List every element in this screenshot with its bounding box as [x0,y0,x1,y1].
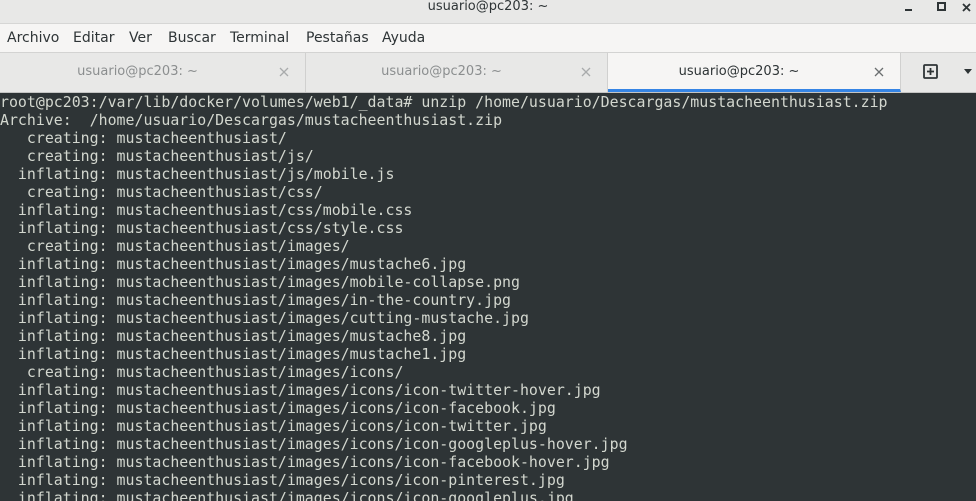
close-tab-icon[interactable] [279,67,289,77]
terminal-line: inflating: mustacheenthusiast/css/mobile… [0,201,413,219]
terminal-line: inflating: mustacheenthusiast/images/ico… [0,453,610,471]
menu-buscar[interactable]: Buscar [168,24,216,52]
terminal-line: inflating: mustacheenthusiast/images/ico… [0,471,565,489]
menu-editar[interactable]: Editar [73,24,114,52]
menu-terminal[interactable]: Terminal [230,24,289,52]
terminal-line: root@pc203:/var/lib/docker/volumes/web1/… [0,93,888,111]
terminal-line: inflating: mustacheenthusiast/images/in-… [0,291,512,309]
terminal-line: inflating: mustacheenthusiast/images/ico… [0,435,628,453]
tab-bar: usuario@pc203: ~ usuario@pc203: ~ usuari… [0,52,976,93]
tab-1[interactable]: usuario@pc203: ~ [0,53,306,92]
terminal-line: inflating: mustacheenthusiast/images/mob… [0,273,520,291]
terminal-line: inflating: mustacheenthusiast/images/ico… [0,381,601,399]
terminal-line: inflating: mustacheenthusiast/images/mus… [0,255,467,273]
close-window-button[interactable] [955,0,976,22]
new-tab-icon [923,64,938,79]
tab-label: usuario@pc203: ~ [381,64,502,79]
close-icon [962,3,971,12]
tab-menu-chevron-down-icon[interactable] [964,69,972,74]
terminal-line: Archive: /home/usuario/Descargas/mustach… [0,111,503,129]
terminal-line: creating: mustacheenthusiast/images/ [0,237,350,255]
terminal-line: creating: mustacheenthusiast/css/ [0,183,323,201]
title-bar[interactable]: usuario@pc203: ~ [0,0,976,24]
tab-label: usuario@pc203: ~ [77,64,198,79]
terminal-line: creating: mustacheenthusiast/images/icon… [0,363,404,381]
menu-bar: Archivo Editar Ver Buscar Terminal Pesta… [0,24,976,52]
minimize-button[interactable] [897,0,921,22]
maximize-button[interactable] [929,0,953,22]
tab-label: usuario@pc203: ~ [678,64,800,79]
terminal-line: inflating: mustacheenthusiast/js/mobile.… [0,165,395,183]
maximize-icon [937,2,946,11]
menu-archivo[interactable]: Archivo [7,24,59,52]
terminal-line: inflating: mustacheenthusiast/css/style.… [0,219,404,237]
terminal-output[interactable]: root@pc203:/var/lib/docker/volumes/web1/… [0,93,976,501]
terminal-text: root@pc203:/var/lib/docker/volumes/web1/… [0,93,976,501]
window-title: usuario@pc203: ~ [427,0,549,14]
tab-3-active[interactable]: usuario@pc203: ~ [608,53,901,92]
menu-pestanas[interactable]: Pestañas [306,24,369,52]
terminal-line: inflating: mustacheenthusiast/images/ico… [0,489,574,501]
close-tab-icon[interactable] [874,67,884,77]
close-tab-icon[interactable] [581,67,591,77]
menu-ver[interactable]: Ver [129,24,152,52]
terminal-line: inflating: mustacheenthusiast/images/mus… [0,345,467,363]
tab-2[interactable]: usuario@pc203: ~ [306,53,608,92]
terminal-window: usuario@pc203: ~ Archivo Editar Ver Busc… [0,0,976,501]
minimize-icon [905,9,912,11]
terminal-line: creating: mustacheenthusiast/js/ [0,147,314,165]
terminal-line: inflating: mustacheenthusiast/images/mus… [0,327,467,345]
new-tab-button[interactable] [915,59,945,85]
menu-ayuda[interactable]: Ayuda [382,24,425,52]
terminal-line: inflating: mustacheenthusiast/images/ico… [0,399,556,417]
terminal-line: creating: mustacheenthusiast/ [0,129,287,147]
terminal-line: inflating: mustacheenthusiast/images/ico… [0,417,547,435]
terminal-line: inflating: mustacheenthusiast/images/cut… [0,309,529,327]
